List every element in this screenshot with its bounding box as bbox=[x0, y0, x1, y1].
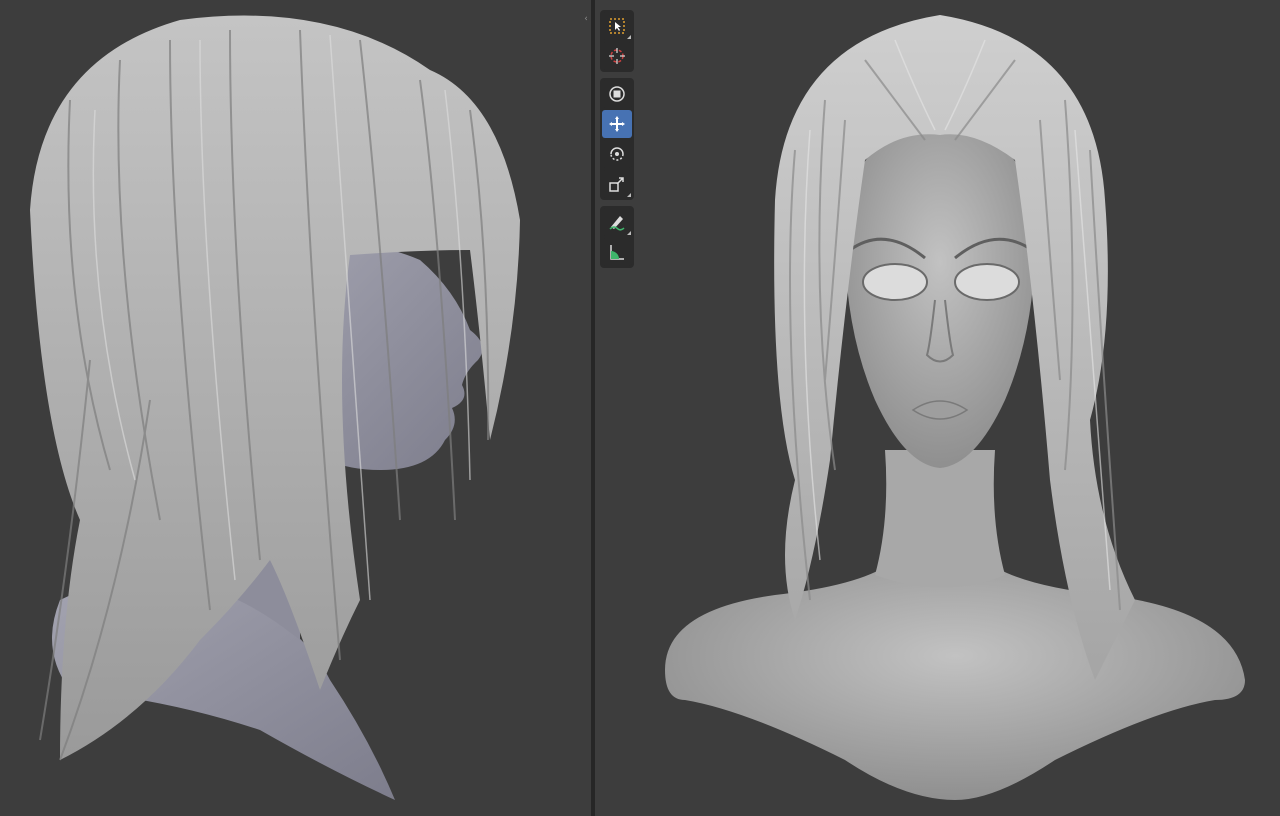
move-tool[interactable] bbox=[602, 110, 632, 138]
viewport-right[interactable] bbox=[595, 0, 1280, 816]
tool-group-transform bbox=[600, 78, 634, 200]
tool-options-indicator bbox=[627, 231, 631, 235]
viewport-left[interactable] bbox=[0, 0, 591, 816]
tool-options-indicator bbox=[627, 35, 631, 39]
select-box-tool[interactable] bbox=[602, 12, 632, 40]
tool-shelf bbox=[600, 10, 634, 274]
annotate-icon bbox=[609, 216, 625, 231]
tool-group-select bbox=[600, 10, 634, 72]
tool-group-annotate bbox=[600, 206, 634, 268]
rotate-tool[interactable] bbox=[602, 140, 632, 168]
collapse-arrow-icon[interactable]: ‹ bbox=[582, 14, 590, 24]
sculpt-front-model bbox=[665, 15, 1245, 800]
sculpt-profile-model bbox=[30, 15, 520, 800]
move-icon bbox=[609, 116, 625, 132]
measure-icon bbox=[610, 245, 624, 260]
transform-tool[interactable] bbox=[602, 80, 632, 108]
transform-icon bbox=[609, 86, 625, 102]
annotate-tool[interactable] bbox=[602, 208, 632, 236]
scale-icon bbox=[609, 177, 624, 192]
cursor-tool[interactable] bbox=[602, 42, 632, 70]
cursor-icon bbox=[609, 48, 625, 64]
measure-tool[interactable] bbox=[602, 238, 632, 266]
rotate-icon bbox=[610, 147, 624, 161]
scale-tool[interactable] bbox=[602, 170, 632, 198]
tool-options-indicator bbox=[627, 193, 631, 197]
select-box-icon bbox=[609, 18, 625, 34]
